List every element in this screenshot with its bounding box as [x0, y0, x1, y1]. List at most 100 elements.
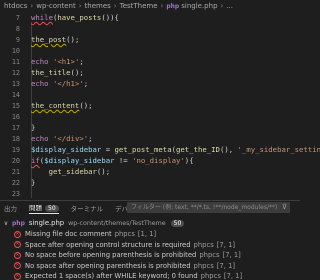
code-token: get_post_meta [114, 145, 172, 154]
error-icon: × [14, 251, 21, 259]
line-number: 9 [15, 35, 20, 44]
code-line[interactable]: 21 get_sidebar(); [0, 166, 300, 177]
code-text: $display_sidebar = get_post_meta(get_the… [31, 144, 320, 155]
line-number: 21 [11, 167, 20, 176]
code-line[interactable]: 18 echo '</div>'; [0, 133, 300, 144]
line-number: 14 [11, 90, 20, 99]
breadcrumb-item[interactable]: htdocs [4, 2, 27, 10]
problem-count-badge: 50 [45, 205, 59, 212]
problem-location: [7, 1] [216, 240, 236, 249]
problem-item[interactable]: × No space after opening parenthesis is p… [0, 261, 300, 271]
problem-message: No space before opening parenthesis is p… [25, 251, 197, 259]
breadcrumb-item[interactable]: TestTheme [120, 2, 158, 10]
code-text: echo '</h1>'; [31, 78, 88, 89]
problem-source: phpcs [199, 251, 220, 259]
code-line[interactable]: 16 [0, 111, 300, 122]
line-number: 16 [11, 112, 20, 121]
line-number: 11 [11, 57, 20, 66]
problem-source: phpcs [200, 272, 221, 280]
code-editor[interactable]: 7 while(have_posts()){8 9 the_post(); 10 11 ec… [0, 12, 320, 200]
problem-item[interactable]: × Missing file doc comment phpcs [1, 1] [0, 229, 300, 239]
code-token: } [31, 178, 36, 187]
problem-file-path: wp-content/themes/TestTheme [68, 219, 166, 227]
code-line[interactable]: 7 while(have_posts()){ [0, 12, 300, 23]
code-token: echo [31, 134, 49, 143]
code-line[interactable]: 19 $display_sidebar = get_post_meta(get_t… [0, 144, 320, 155]
code-token: 'no_display' [132, 156, 185, 165]
php-icon: php [166, 2, 180, 10]
line-number: 15 [11, 101, 20, 110]
breadcrumb: htdocs › wp-content › themes › TestTheme › php si… [0, 0, 300, 12]
problem-source: phpcs [114, 230, 135, 238]
code-line[interactable]: 14 [0, 89, 300, 100]
filter-icon[interactable]: ⊽ [282, 203, 287, 212]
problem-location: [7, 1] [216, 261, 236, 270]
code-token: the_content [31, 101, 80, 110]
breadcrumb-file[interactable]: single.php [181, 2, 217, 10]
line-number: 19 [11, 145, 20, 154]
problem-file-count: 50 [170, 219, 185, 227]
error-icon: × [14, 262, 21, 269]
line-number: 10 [11, 46, 20, 55]
code-line[interactable]: 17} [0, 122, 300, 133]
code-token: ; [83, 79, 89, 88]
code-token: (); [66, 35, 80, 44]
problem-message: Missing file doc comment [25, 230, 112, 238]
code-token: != [114, 156, 133, 165]
code-line[interactable]: 23 [0, 188, 300, 199]
code-token: '<h1>' [52, 57, 80, 66]
code-token: the_post [31, 35, 67, 44]
panel-tab[interactable]: 出力 [4, 203, 17, 213]
problem-file-name: single.php [28, 219, 65, 227]
code-text: echo '<h1>'; [31, 56, 84, 67]
problems-panel: 出力問題50ターミナルデバッグ コンソール フィルター (例: text, **… [0, 200, 300, 280]
line-number: 12 [11, 68, 20, 77]
code-line[interactable]: 13 echo '</h1>'; [0, 78, 300, 89]
code-line[interactable]: 8 [0, 23, 300, 34]
problem-message: Expected 1 space(s) after WHILE keyword;… [25, 272, 198, 280]
problem-item[interactable]: × Space after opening control structure i… [0, 240, 300, 250]
filter-input[interactable]: フィルター (例: text, **/*.ts, !**/node_module… [127, 202, 290, 213]
problem-source: phpcs [193, 240, 214, 249]
code-line[interactable]: 12 the_title(); [0, 67, 300, 78]
code-line[interactable]: 10 [0, 45, 300, 56]
code-line[interactable]: 20 if($display_sidebar != 'no_display'){ [0, 155, 300, 166]
problem-location: [1, 1] [137, 230, 157, 238]
code-token: ()){ [101, 13, 119, 22]
code-line[interactable]: 22} [0, 177, 300, 188]
code-token: get_the_ID [176, 145, 220, 154]
error-icon: × [14, 272, 21, 280]
problem-location: [7, 1] [223, 272, 243, 280]
breadcrumb-more[interactable]: ... [226, 2, 233, 10]
line-number: 23 [11, 189, 20, 198]
code-token: ; [79, 57, 84, 66]
chevron-down-icon[interactable]: ∨ [2, 220, 10, 227]
panel-tab[interactable]: ターミナル [71, 203, 104, 213]
code-token: '_my_sidebar_setting' [237, 145, 320, 154]
code-token: while [31, 13, 53, 22]
code-text: if($display_sidebar != 'no_display'){ [31, 155, 194, 166]
breadcrumb-item[interactable]: wp-content [36, 2, 76, 10]
line-number: 22 [11, 178, 20, 187]
code-token: $display_sidebar [31, 145, 102, 154]
problem-item[interactable]: × No space before opening parenthesis is … [0, 250, 300, 260]
code-token: ; [88, 134, 93, 143]
code-token: (); [96, 167, 111, 176]
code-text: get_sidebar(); [31, 166, 111, 177]
code-token: the_title [31, 68, 71, 77]
panel-tab-label: 出力 [4, 205, 17, 213]
problem-item[interactable]: × Expected 1 space(s) after WHILE keyword… [0, 271, 300, 280]
problem-message: No space after opening parenthesis is pr… [25, 261, 191, 270]
breadcrumb-item[interactable]: themes [85, 2, 111, 10]
problem-file-row[interactable]: ∨ php single.php wp-content/themes/TestT… [0, 218, 300, 228]
line-number: 18 [11, 134, 20, 143]
panel-tab[interactable]: 問題 50 [29, 202, 59, 214]
panel-tab-label: 問題 [29, 204, 42, 212]
chevron-right-icon: › [30, 2, 34, 10]
code-text: the_title(); [31, 67, 84, 78]
code-text: the_content(); [31, 100, 93, 111]
code-line[interactable]: 15 the_content(); [0, 100, 300, 111]
code-line[interactable]: 9 the_post(); [0, 34, 300, 45]
code-line[interactable]: 11 echo '<h1>'; [0, 56, 300, 67]
line-number: 17 [11, 123, 20, 132]
